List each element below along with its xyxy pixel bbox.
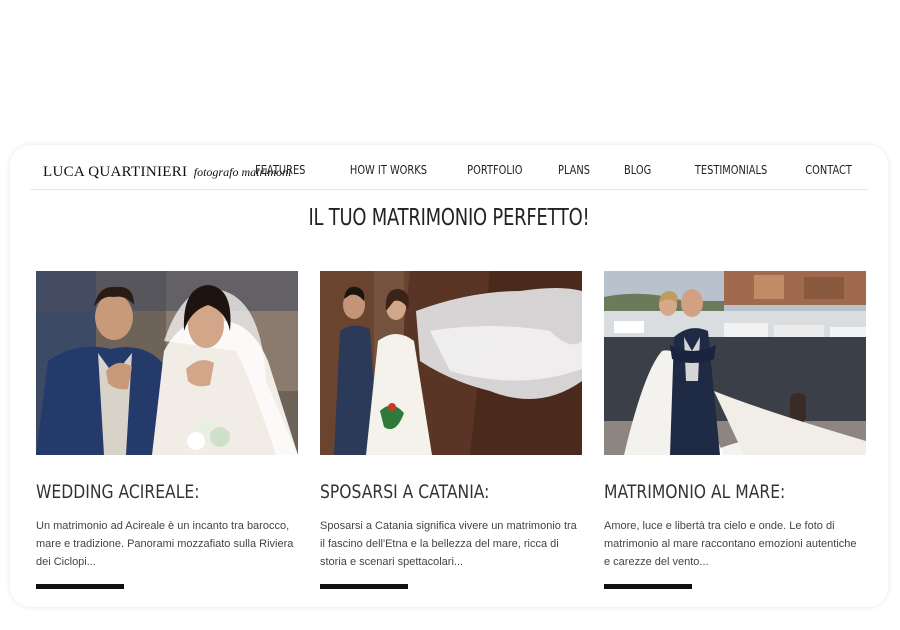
read-more-button[interactable] [320,584,408,589]
nav-portfolio[interactable]: PORTFOLIO [467,163,522,177]
nav-plans[interactable]: PLANS [558,163,590,177]
read-more-button[interactable] [604,584,692,589]
post-photo-couple-veil[interactable] [320,271,582,455]
site-header: LUCA QUARTINIERI fotografo matrimoni FEA… [30,145,868,190]
nav-features[interactable]: FEATURES [255,163,305,177]
page-headline: IL TUO MATRIMONIO PERFETTO! [308,205,590,231]
nav-blog[interactable]: BLOG [624,163,651,177]
read-more-button[interactable] [36,584,124,589]
post-title[interactable]: WEDDING ACIREALE: [36,481,251,503]
website-frame: LUCA QUARTINIERI fotografo matrimoni FEA… [10,145,888,607]
post-card-sposarsi-catania: SPOSARSI A CATANIA: Sposarsi a Catania s… [320,271,582,571]
main-nav: FEATURES HOW IT WORKS PORTFOLIO PLANS BL… [216,163,852,177]
nav-contact[interactable]: CONTACT [805,163,852,177]
post-excerpt: Sposarsi a Catania significa vivere un m… [320,520,577,568]
nav-testimonials[interactable]: TESTIMONIALS [695,163,767,177]
post-title[interactable]: SPOSARSI A CATANIA: [320,481,535,503]
post-excerpt: Un matrimonio ad Acireale è un incanto t… [36,520,294,568]
post-photo-couple-church[interactable] [36,271,298,455]
nav-how-it-works[interactable]: HOW IT WORKS [350,163,427,177]
post-photo-couple-harbor[interactable] [604,271,866,455]
post-card-matrimonio-mare: MATRIMONIO AL MARE: Amore, luce e libert… [604,271,866,571]
post-card-wedding-acireale: WEDDING ACIREALE: Un matrimonio ad Acire… [36,271,298,571]
post-excerpt: Amore, luce e libertà tra cielo e onde. … [604,520,857,568]
post-title[interactable]: MATRIMONIO AL MARE: [604,481,819,503]
logo-name: LUCA QUARTINIERI [43,164,188,180]
